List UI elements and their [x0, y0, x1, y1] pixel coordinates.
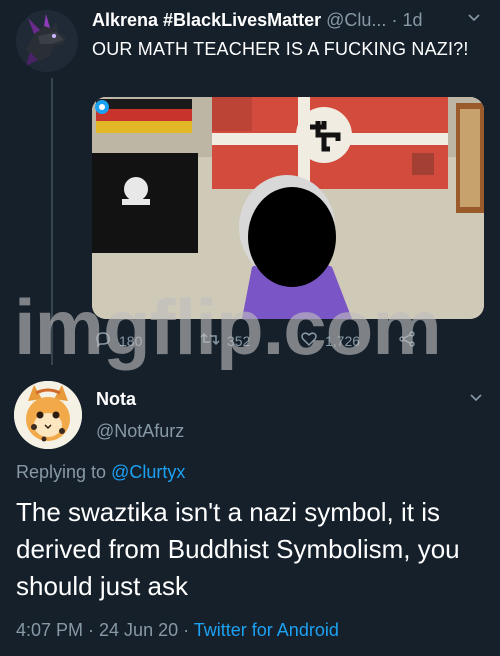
retweet-icon: [200, 330, 220, 351]
thread-connector-line: [51, 78, 53, 365]
retweet-action[interactable]: 352: [200, 330, 250, 351]
replying-to-handle-link[interactable]: @Clurtyx: [111, 462, 185, 482]
tweet2-text: The swaztika isn't a nazi symbol, it is …: [16, 497, 460, 601]
reply-action[interactable]: 180: [94, 330, 142, 351]
tweet2-source-link[interactable]: Twitter for Android: [194, 620, 339, 640]
tweet2-avatar[interactable]: [14, 381, 82, 449]
tweet2-footer: 4:07 PM · 24 Jun 20 · Twitter for Androi…: [16, 620, 339, 641]
tweet1-separator: ·: [391, 10, 398, 30]
tweet1-actions: 180 352 1,726: [92, 330, 432, 354]
replying-to-prefix: Replying to: [16, 462, 107, 482]
reply-count: 180: [119, 332, 143, 349]
tweet1-chevron-down-icon[interactable]: [466, 10, 482, 31]
share-icon: [398, 330, 416, 351]
reply-icon: [94, 330, 112, 351]
like-action[interactable]: 1,726: [300, 330, 360, 351]
tweet2-timestamp[interactable]: 4:07 PM · 24 Jun 20 ·: [16, 620, 189, 640]
dragon-avatar-image: [16, 10, 78, 72]
like-count: 1,726: [325, 332, 361, 349]
cat-avatar-image: [14, 381, 82, 449]
tweet1-handle[interactable]: @Clu...: [326, 10, 386, 30]
tweet1-text: OUR MATH TEACHER IS A FUCKING NAZI?!: [92, 39, 469, 59]
replying-to-line: Replying to @Clurtyx: [16, 462, 185, 483]
tweet1-header: Alkrena #BlackLivesMatter @Clu... · 1d: [92, 10, 423, 31]
tweet1-media-photo[interactable]: [92, 97, 484, 319]
tweet2-handle[interactable]: @NotAfurz: [96, 421, 184, 442]
heart-icon: [300, 330, 318, 351]
photo-image: [92, 97, 484, 319]
tweet2-chevron-down-icon[interactable]: [468, 390, 484, 411]
tweet1-avatar[interactable]: [16, 10, 78, 72]
tweet2-display-name[interactable]: Nota: [96, 389, 136, 410]
tweet1-display-name[interactable]: Alkrena #BlackLivesMatter: [92, 10, 321, 30]
tweet1-time[interactable]: 1d: [402, 10, 422, 30]
share-action[interactable]: [398, 330, 416, 351]
retweet-count: 352: [227, 332, 251, 349]
